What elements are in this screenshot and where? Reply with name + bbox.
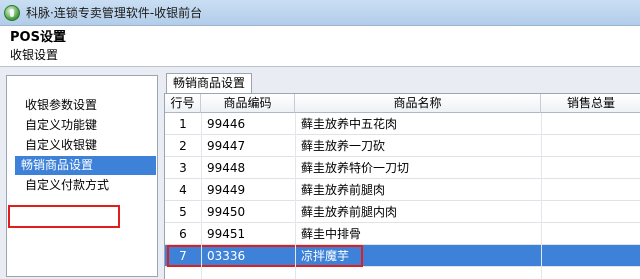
window-title: 科脉·连锁专卖管理软件-收银前台: [26, 6, 203, 20]
settings-panel: 收银参数设置 自定义功能键 自定义收银键 畅销商品设置 自定义付款方式 畅销商品…: [0, 66, 640, 279]
product-name: 藓圭放养前腿肉: [301, 183, 386, 197]
table-row[interactable]: 3 99448 藓圭放养特价一刀切: [165, 157, 640, 179]
row-number: 7: [179, 249, 187, 263]
product-code: 99449: [207, 183, 246, 197]
product-table: 行号 商品编码 商品名称 销售总量 1 99446 藓圭放养中五花肉 2 994…: [164, 93, 640, 279]
table-row[interactable]: 6 99451 藓圭中排骨: [165, 223, 640, 245]
table-row[interactable]: 1 99446 藓圭放养中五花肉: [165, 113, 640, 135]
product-name: 藓圭放养前腿内肉: [301, 205, 398, 219]
product-name: 藓圭放养一刀砍: [301, 139, 386, 153]
row-number: 6: [179, 227, 187, 241]
column-divider: [295, 113, 296, 279]
table-row[interactable]: 4 99449 藓圭放养前腿肉: [165, 179, 640, 201]
content-area: 畅销商品设置 行号 商品编码 商品名称 销售总量 1 99446 藓圭放养中五花…: [164, 71, 640, 279]
nav-item-pos-params[interactable]: 收银参数设置: [19, 96, 103, 115]
title-bar: 科脉·连锁专卖管理软件-收银前台: [0, 0, 640, 26]
row-number: 1: [179, 117, 187, 131]
row-number: 4: [179, 183, 187, 197]
column-divider: [201, 113, 202, 279]
row-number: 5: [179, 205, 187, 219]
product-name: 藓圭放养特价一刀切: [301, 161, 410, 175]
product-code: 99447: [207, 139, 246, 153]
nav-item-custom-function-keys[interactable]: 自定义功能键: [19, 116, 103, 135]
app-logo-icon: [4, 4, 20, 21]
page-subtitle: 收银设置: [10, 48, 59, 62]
column-header-product-name[interactable]: 商品名称: [295, 94, 541, 113]
product-code: 99451: [207, 227, 246, 241]
column-header-total-sales[interactable]: 销售总量: [541, 94, 640, 113]
nav-item-custom-payment-methods[interactable]: 自定义付款方式: [19, 176, 115, 195]
table-row-selected[interactable]: 7 03336 凉拌魔芋: [165, 245, 640, 267]
settings-nav: 收银参数设置 自定义功能键 自定义收银键 畅销商品设置 自定义付款方式: [6, 75, 158, 277]
product-code: 03336: [207, 249, 246, 263]
product-name: 藓圭放养中五花肉: [301, 117, 398, 131]
tab-bestseller-settings[interactable]: 畅销商品设置: [166, 73, 252, 93]
column-divider: [541, 113, 542, 279]
table-row[interactable]: 2 99447 藓圭放养一刀砍: [165, 135, 640, 157]
column-header-product-code[interactable]: 商品编码: [201, 94, 295, 113]
page-header: POS设置 收银设置: [0, 26, 640, 66]
row-number: 3: [179, 161, 187, 175]
column-header-row-number[interactable]: 行号: [165, 94, 201, 113]
product-name: 凉拌魔芋: [301, 249, 350, 263]
nav-item-custom-cashier-keys[interactable]: 自定义收银键: [19, 136, 103, 155]
row-number: 2: [179, 139, 187, 153]
product-code: 99450: [207, 205, 246, 219]
product-name: 藓圭中排骨: [301, 227, 362, 241]
product-code: 99446: [207, 117, 246, 131]
nav-item-bestseller-settings[interactable]: 畅销商品设置: [15, 156, 156, 175]
table-row[interactable]: 5 99450 藓圭放养前腿内肉: [165, 201, 640, 223]
page-title: POS设置: [10, 30, 66, 45]
product-code: 99448: [207, 161, 246, 175]
